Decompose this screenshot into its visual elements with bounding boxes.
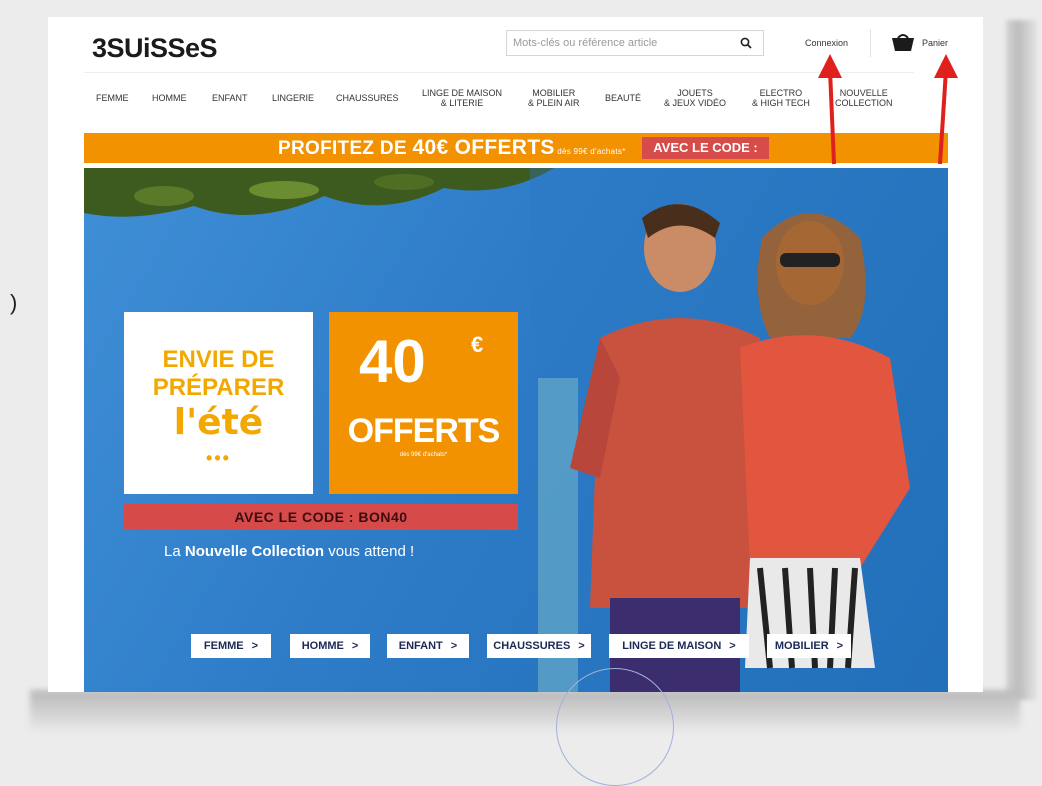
hero-code-strip: AVEC LE CODE : BON40: [124, 504, 518, 530]
category-button-femme[interactable]: FEMME >: [191, 634, 271, 658]
page-shadow-bottom: [30, 690, 1020, 730]
category-button-label: HOMME: [301, 640, 344, 652]
category-button-mobilier[interactable]: MOBILIER >: [767, 634, 851, 658]
nav-item-jouets[interactable]: JOUETS & JEUX VIDÉO: [664, 88, 726, 108]
edge-mark: ): [10, 290, 18, 315]
promo-text: PROFITEZ DE 40€ OFFERTS dès 99€ d'achats…: [278, 136, 626, 160]
offer-condition: dès 99€ d'achats*: [399, 452, 448, 458]
nav-item-electro[interactable]: ELECTRO & HIGH TECH: [752, 88, 810, 108]
category-button-label: LINGE DE MAISON: [622, 640, 722, 652]
offer-amount: 40: [359, 328, 426, 395]
summer-tile: ENVIE DE PRÉPARER l'été •••: [124, 312, 313, 494]
panier-link[interactable]: Panier: [922, 38, 948, 48]
tile-line-1: ENVIE DE: [162, 346, 275, 373]
category-button-label: FEMME: [203, 640, 244, 652]
category-button-label: ENFANT: [398, 640, 443, 652]
nav-item-femme[interactable]: FEMME: [96, 93, 129, 103]
category-button-enfant[interactable]: ENFANT >: [387, 634, 469, 658]
category-button-label: CHAUSSURES: [493, 640, 571, 652]
chevron-right-icon: >: [351, 640, 359, 652]
offer-currency: €: [471, 332, 484, 357]
hero-tagline: La Nouvelle Collection vous attend !: [164, 543, 414, 560]
promo-condition: dès 99€ d'achats*: [554, 147, 626, 156]
nav-item-linge-de-maison[interactable]: LINGE DE MAISON & LITERIE: [422, 88, 502, 108]
search-box: [506, 30, 764, 56]
chevron-right-icon: >: [251, 640, 259, 652]
category-button-chaussures[interactable]: CHAUSSURES >: [487, 634, 591, 658]
promo-text-start: PROFITEZ DE: [278, 138, 413, 159]
category-button-homme[interactable]: HOMME >: [290, 634, 370, 658]
hero-banner[interactable]: ENVIE DE PRÉPARER l'été ••• 40 € OFFERTS…: [84, 168, 948, 692]
chevron-right-icon: >: [450, 640, 458, 652]
nav-item-enfant[interactable]: ENFANT: [212, 93, 248, 103]
chevron-right-icon: >: [836, 640, 844, 652]
cart-icon[interactable]: [891, 32, 915, 57]
foliage-decoration: [84, 168, 554, 217]
tagline-start: La: [164, 543, 185, 560]
tile-line-2: PRÉPARER: [152, 374, 285, 401]
tile-dots: •••: [206, 448, 231, 468]
search-icon: [740, 37, 752, 49]
nav-item-lingerie[interactable]: LINGERIE: [272, 93, 314, 103]
annotation-circle: [556, 668, 674, 786]
nav-item-mobilier[interactable]: MOBILIER & PLEIN AIR: [528, 88, 580, 108]
search-button[interactable]: [729, 31, 763, 55]
tagline-bold: Nouvelle Collection: [184, 543, 325, 560]
annotation-arrow-panier: [934, 54, 958, 165]
offer-tile: 40 € OFFERTS dès 99€ d'achats*: [329, 312, 518, 494]
search-input[interactable]: [507, 31, 729, 55]
chevron-right-icon: >: [578, 640, 585, 652]
promo-code-badge: AVEC LE CODE : BON40: [642, 137, 769, 177]
category-button-label: MOBILIER: [774, 640, 829, 652]
tile-line-3: l'été: [173, 402, 264, 443]
offer-label: OFFERTS: [347, 412, 501, 450]
annotation-arrow-connexion: [818, 54, 842, 165]
site-logo[interactable]: 3SUiSSeS: [92, 33, 218, 64]
nav-item-beaute[interactable]: BEAUTÉ: [605, 93, 641, 103]
nav-item-homme[interactable]: HOMME: [152, 93, 187, 103]
models-photo: [530, 168, 948, 692]
chevron-right-icon: >: [729, 640, 736, 652]
category-button-linge-de-maison[interactable]: LINGE DE MAISON >: [609, 634, 749, 658]
page-shadow-right: [1006, 20, 1036, 700]
main-nav: FEMME HOMME ENFANT LINGERIE CHAUSSURES L…: [84, 72, 914, 133]
tagline-end: vous attend !: [324, 543, 415, 560]
nav-item-chaussures[interactable]: CHAUSSURES: [336, 93, 399, 103]
connexion-link[interactable]: Connexion: [805, 38, 848, 48]
header-divider: [870, 29, 871, 57]
promo-amount: 40€ OFFERTS: [412, 136, 555, 159]
